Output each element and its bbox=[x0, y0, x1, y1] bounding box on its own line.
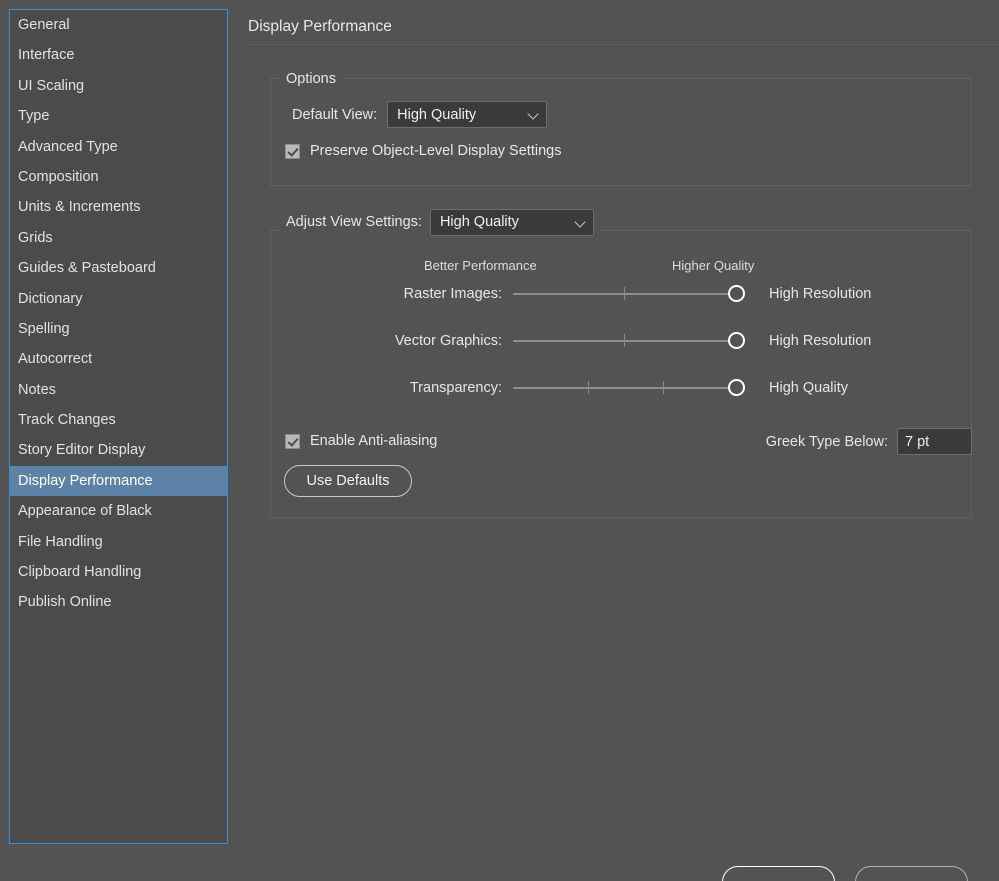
scale-label-higher-quality: Higher Quality bbox=[672, 258, 755, 273]
raster-images-label: Raster Images: bbox=[403, 286, 502, 302]
sidebar-item-appearance-of-black[interactable]: Appearance of Black bbox=[10, 496, 227, 526]
cancel-button[interactable] bbox=[855, 866, 968, 881]
sidebar-item-display-performance[interactable]: Display Performance bbox=[10, 465, 227, 497]
ok-button[interactable] bbox=[722, 866, 835, 881]
transparency-slider[interactable] bbox=[513, 375, 745, 401]
sidebar-item-clipboard-handling[interactable]: Clipboard Handling bbox=[10, 557, 227, 587]
sidebar-item-composition[interactable]: Composition bbox=[10, 162, 227, 192]
raster-images-value: High Resolution bbox=[769, 286, 872, 302]
greek-type-below-label: Greek Type Below: bbox=[765, 433, 888, 450]
sidebar-item-autocorrect[interactable]: Autocorrect bbox=[10, 344, 227, 374]
greek-type-below-row: Greek Type Below: bbox=[766, 428, 972, 455]
slider-tick bbox=[663, 381, 664, 394]
vector-graphics-value: High Resolution bbox=[769, 333, 872, 349]
default-view-dropdown[interactable]: High Quality bbox=[387, 101, 548, 128]
sidebar-item-publish-online[interactable]: Publish Online bbox=[10, 587, 227, 617]
raster-images-slider-row: Raster Images: High Resolution bbox=[288, 281, 871, 307]
preserve-object-level-checkbox[interactable] bbox=[285, 143, 300, 159]
preferences-category-list[interactable]: General Interface UI Scaling Type Advanc… bbox=[9, 9, 228, 844]
sidebar-item-ui-scaling[interactable]: UI Scaling bbox=[10, 71, 227, 101]
sidebar-item-advanced-type[interactable]: Advanced Type bbox=[10, 132, 227, 162]
slider-tick bbox=[624, 334, 625, 347]
vector-graphics-slider-row: Vector Graphics: High Resolution bbox=[288, 328, 871, 354]
adjust-view-settings-dropdown-value: High Quality bbox=[439, 214, 519, 230]
display-performance-pane: Display Performance Options Default View… bbox=[228, 0, 999, 881]
sidebar-item-general[interactable]: General bbox=[10, 10, 227, 40]
adjust-view-settings-legend: Adjust View Settings: High Quality bbox=[280, 207, 600, 237]
sidebar-item-file-handling[interactable]: File Handling bbox=[10, 527, 227, 557]
use-defaults-button[interactable]: Use Defaults bbox=[284, 465, 412, 497]
preserve-object-level-row[interactable]: Preserve Object-Level Display Settings bbox=[285, 143, 561, 159]
vector-graphics-label: Vector Graphics: bbox=[394, 333, 502, 349]
chevron-down-icon bbox=[528, 109, 539, 120]
page-title: Display Performance bbox=[248, 18, 392, 35]
options-legend-label: Options bbox=[286, 71, 336, 87]
default-view-label: Default View: bbox=[292, 106, 378, 123]
vector-graphics-slider[interactable] bbox=[513, 328, 745, 354]
sidebar-item-interface[interactable]: Interface bbox=[10, 40, 227, 70]
sidebar-item-type[interactable]: Type bbox=[10, 101, 227, 131]
sidebar-item-guides-pasteboard[interactable]: Guides & Pasteboard bbox=[10, 253, 227, 283]
raster-images-slider-thumb[interactable] bbox=[728, 285, 745, 302]
adjust-view-settings-label: Adjust View Settings: bbox=[286, 214, 422, 230]
slider-tick bbox=[624, 287, 625, 300]
sidebar-item-story-editor-display[interactable]: Story Editor Display bbox=[10, 435, 227, 465]
adjust-view-settings-dropdown[interactable]: High Quality bbox=[429, 208, 594, 236]
transparency-label: Transparency: bbox=[409, 380, 502, 396]
enable-anti-aliasing-label: Enable Anti-aliasing bbox=[310, 433, 438, 449]
default-view-dropdown-value: High Quality bbox=[397, 106, 477, 123]
raster-images-slider[interactable] bbox=[513, 281, 745, 307]
sidebar-item-track-changes[interactable]: Track Changes bbox=[10, 405, 227, 435]
options-group-box bbox=[270, 78, 972, 186]
enable-anti-aliasing-checkbox[interactable] bbox=[285, 433, 300, 449]
slider-tick bbox=[588, 381, 589, 394]
preserve-object-level-label: Preserve Object-Level Display Settings bbox=[310, 143, 562, 159]
chevron-down-icon bbox=[575, 217, 586, 228]
sidebar-item-dictionary[interactable]: Dictionary bbox=[10, 284, 227, 314]
sidebar-item-grids[interactable]: Grids bbox=[10, 223, 227, 253]
title-separator bbox=[242, 44, 999, 45]
slider-track bbox=[513, 387, 735, 389]
enable-anti-aliasing-row[interactable]: Enable Anti-aliasing bbox=[285, 433, 437, 449]
sidebar-item-units-increments[interactable]: Units & Increments bbox=[10, 192, 227, 222]
vector-graphics-slider-thumb[interactable] bbox=[728, 332, 745, 349]
sidebar-item-notes[interactable]: Notes bbox=[10, 375, 227, 405]
scale-label-better-performance: Better Performance bbox=[424, 258, 537, 273]
transparency-value: High Quality bbox=[769, 380, 848, 396]
options-group-legend: Options bbox=[280, 70, 342, 88]
transparency-slider-row: Transparency: High Quality bbox=[288, 375, 848, 401]
default-view-row: Default View: High Quality bbox=[292, 101, 548, 128]
transparency-slider-thumb[interactable] bbox=[728, 379, 745, 396]
greek-type-below-input[interactable] bbox=[897, 428, 972, 455]
sidebar-item-spelling[interactable]: Spelling bbox=[10, 314, 227, 344]
